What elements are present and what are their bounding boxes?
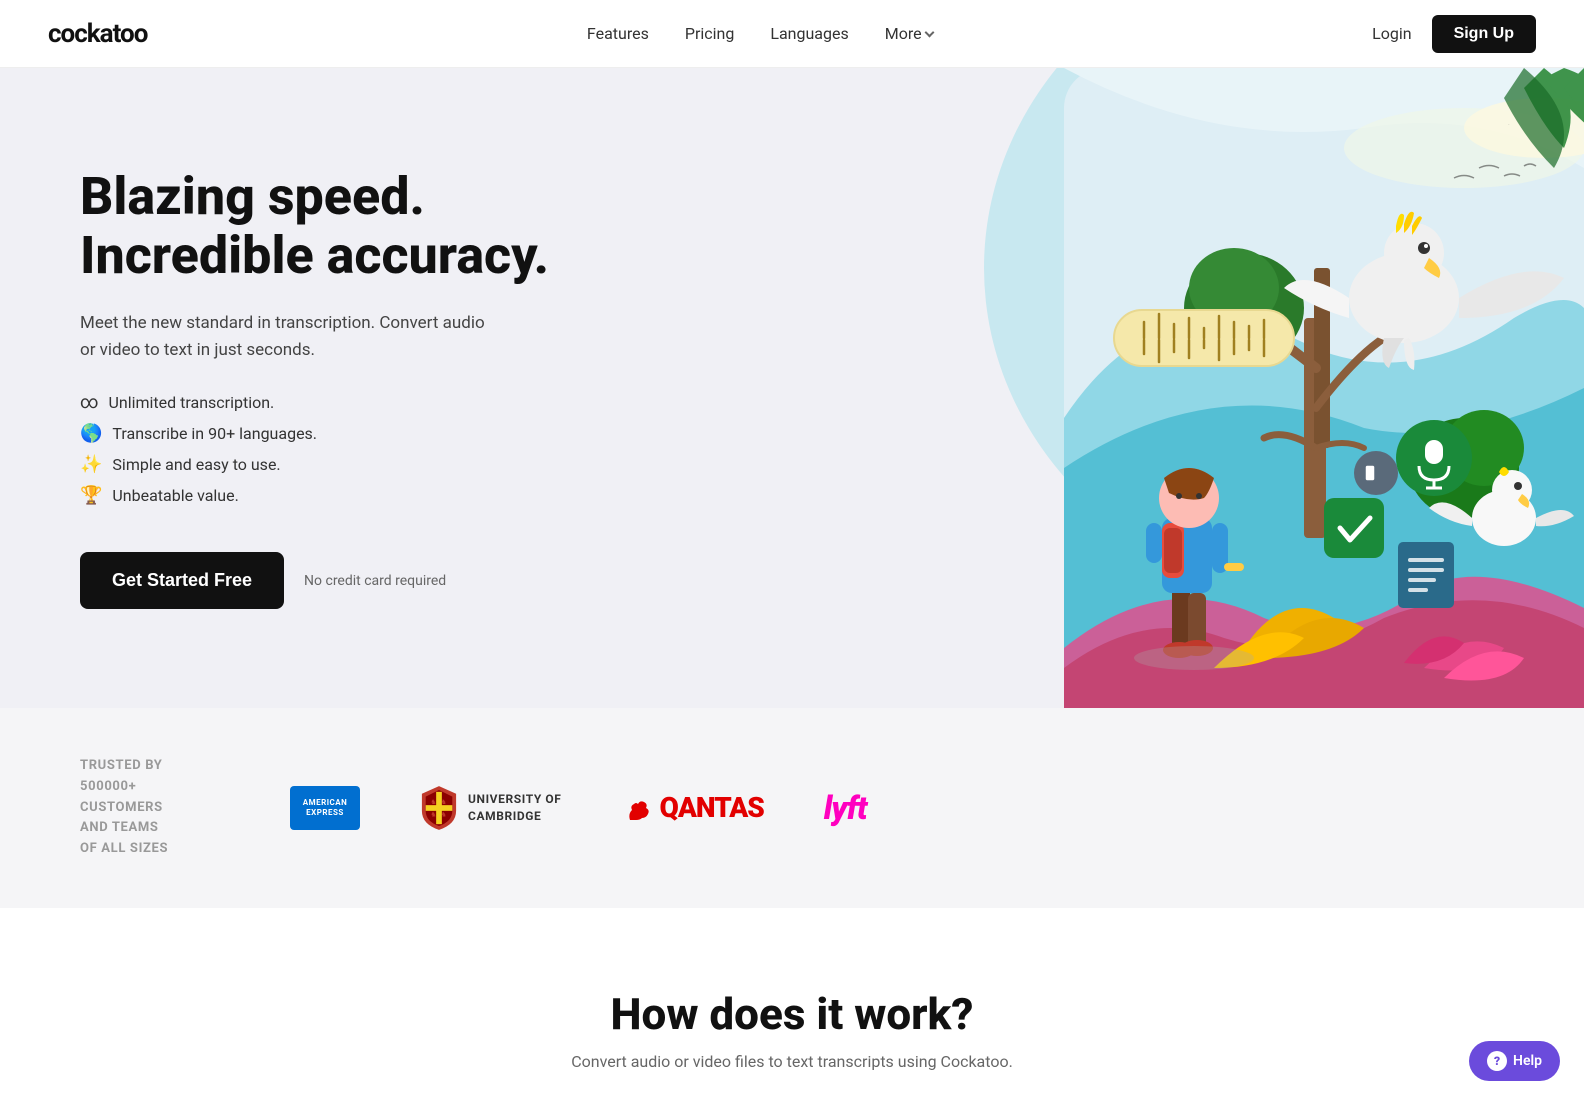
qantas-text: QANTAS	[660, 791, 764, 824]
feature-item-3: 🏆 Unbeatable value.	[80, 485, 871, 506]
signup-button[interactable]: Sign Up	[1432, 15, 1536, 53]
hero-title-line2: Incredible accuracy.	[80, 225, 549, 286]
nav-item-pricing[interactable]: Pricing	[685, 24, 735, 43]
feature-text-2: Simple and easy to use.	[112, 455, 280, 474]
feature-text-3: Unbeatable value.	[112, 486, 238, 505]
hero-features-list: ∞ Unlimited transcription. 🌎 Transcribe …	[80, 392, 871, 516]
trusted-line4: AND TEAMS	[80, 820, 159, 835]
trusted-section: TRUSTED BY 500000+ CUSTOMERS AND TEAMS O…	[0, 708, 1584, 908]
no-credit-card-text: No credit card required	[304, 573, 446, 589]
svg-text:♞: ♞	[430, 798, 436, 806]
hero-title-line1: Blazing speed.	[80, 166, 425, 227]
trusted-line5: OF ALL SIZES	[80, 841, 168, 856]
hero-content: Blazing speed. Incredible accuracy. Meet…	[0, 68, 871, 708]
login-link[interactable]: Login	[1372, 24, 1411, 43]
nav-features-link[interactable]: Features	[587, 24, 649, 43]
navbar: cockatoo Features Pricing Languages More…	[0, 0, 1584, 68]
nav-right: Login Sign Up	[1372, 15, 1536, 53]
help-button[interactable]: ? Help	[1469, 1041, 1560, 1081]
nav-item-more[interactable]: More	[885, 24, 933, 43]
qantas-logo: QANTAS	[622, 791, 764, 824]
nav-more-link[interactable]: More	[885, 24, 922, 43]
feature-item-0: ∞ Unlimited transcription.	[80, 392, 871, 413]
hero-section: Blazing speed. Incredible accuracy. Meet…	[0, 68, 1584, 708]
cambridge-shield-icon: ♞ ♞ ♞ ♞	[420, 784, 458, 832]
cambridge-text: UNIVERSITY OFCAMBRIDGE	[468, 791, 562, 825]
lyft-logo: lyft	[824, 789, 867, 827]
trusted-logos: AMERICANEXPRESS ♞ ♞ ♞ ♞ UNIVERSITY OFCAM…	[290, 784, 1504, 832]
cambridge-logo: ♞ ♞ ♞ ♞ UNIVERSITY OFCAMBRIDGE	[420, 784, 562, 832]
feature-item-1: 🌎 Transcribe in 90+ languages.	[80, 423, 871, 444]
hero-illustration-svg	[871, 68, 1584, 708]
nav-links: Features Pricing Languages More	[587, 24, 933, 43]
chevron-down-icon	[924, 27, 934, 37]
qantas-kangaroo-icon	[622, 792, 654, 824]
feature-text-0: Unlimited transcription.	[109, 393, 275, 412]
brand-name: cockatoo	[48, 19, 147, 49]
how-subtitle: Convert audio or video files to text tra…	[80, 1052, 1504, 1071]
amex-logo: AMERICANEXPRESS	[290, 786, 360, 830]
feature-item-2: ✨ Simple and easy to use.	[80, 454, 871, 475]
help-circle-icon: ?	[1487, 1051, 1507, 1071]
hero-subtitle: Meet the new standard in transcription. …	[80, 310, 500, 364]
get-started-button[interactable]: Get Started Free	[80, 552, 284, 609]
svg-text:♞: ♞	[430, 811, 436, 819]
feature-text-1: Transcribe in 90+ languages.	[112, 424, 317, 443]
nav-pricing-link[interactable]: Pricing	[685, 24, 735, 43]
nav-languages-link[interactable]: Languages	[770, 24, 848, 43]
svg-text:♞: ♞	[441, 798, 447, 806]
feature-icon-3: 🏆	[80, 485, 102, 506]
trusted-line1: TRUSTED BY	[80, 758, 163, 773]
feature-icon-0: ∞	[80, 392, 99, 413]
how-title: How does it work?	[80, 988, 1504, 1040]
amex-text: AMERICANEXPRESS	[303, 798, 348, 819]
feature-icon-1: 🌎	[80, 423, 102, 444]
trusted-text: TRUSTED BY 500000+ CUSTOMERS AND TEAMS O…	[80, 756, 230, 860]
trusted-line2: 500000+	[80, 779, 136, 794]
svg-text:♞: ♞	[441, 811, 447, 819]
nav-item-languages[interactable]: Languages	[770, 24, 848, 43]
hero-illustration	[871, 68, 1584, 708]
brand-logo[interactable]: cockatoo	[48, 19, 147, 49]
how-section: How does it work? Convert audio or video…	[0, 908, 1584, 1111]
trusted-line3: CUSTOMERS	[80, 800, 163, 815]
hero-title: Blazing speed. Incredible accuracy.	[80, 167, 871, 287]
lyft-text: lyft	[824, 789, 867, 827]
hero-cta: Get Started Free No credit card required	[80, 552, 871, 609]
help-label: Help	[1513, 1053, 1542, 1069]
feature-icon-2: ✨	[80, 454, 102, 475]
nav-item-features[interactable]: Features	[587, 24, 649, 43]
